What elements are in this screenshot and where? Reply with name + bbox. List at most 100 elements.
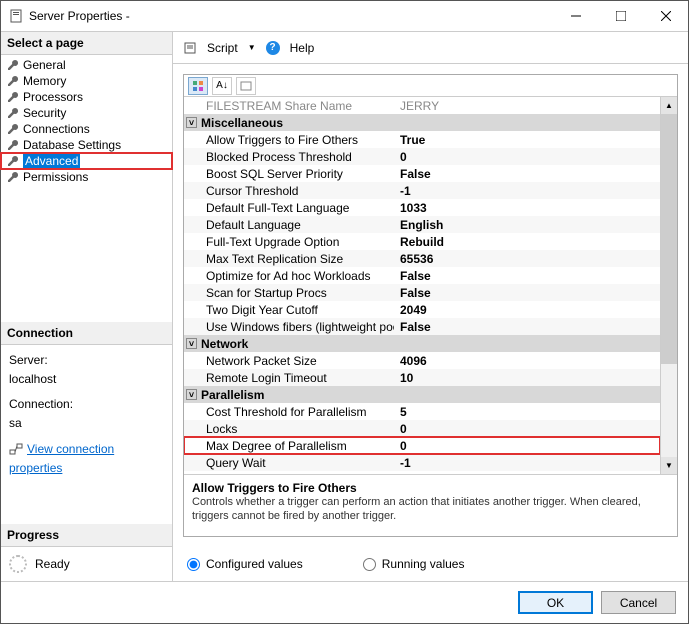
property-value[interactable]: Rebuild: [394, 235, 660, 249]
property-value[interactable]: 0: [394, 439, 660, 453]
property-value[interactable]: False: [394, 286, 660, 300]
scrollbar[interactable]: ▲ ▼: [660, 97, 677, 474]
collapse-icon[interactable]: ˅: [186, 389, 197, 400]
property-row[interactable]: Optimize for Ad hoc WorkloadsFalse: [184, 267, 660, 284]
connection-value: sa: [9, 414, 164, 433]
property-value[interactable]: 0: [394, 150, 660, 164]
sidebar-item-label: Processors: [23, 90, 83, 104]
property-value[interactable]: False: [394, 269, 660, 283]
left-panel: Select a page GeneralMemory Processors Sec…: [1, 32, 173, 581]
property-value[interactable]: True: [394, 133, 660, 147]
property-row[interactable]: Two Digit Year Cutoff2049: [184, 301, 660, 318]
property-row[interactable]: Scan for Startup ProcsFalse: [184, 284, 660, 301]
properties-icon[interactable]: [236, 77, 256, 95]
property-row[interactable]: Blocked Process Threshold0: [184, 148, 660, 165]
help-button[interactable]: Help: [290, 41, 315, 55]
close-button[interactable]: [643, 1, 688, 31]
property-name: Max Degree of Parallelism: [184, 439, 394, 453]
sidebar-item-permissions[interactable]: Permissions: [1, 169, 172, 185]
property-row[interactable]: Locks0: [184, 420, 660, 437]
sidebar-item-security[interactable]: Security: [1, 105, 172, 121]
property-value[interactable]: 65536: [394, 252, 660, 266]
property-row[interactable]: Default Full-Text Language1033: [184, 199, 660, 216]
category-parallelism[interactable]: ˅ Parallelism: [184, 386, 660, 403]
property-name: Cursor Threshold: [184, 184, 394, 198]
property-row[interactable]: Cost Threshold for Parallelism5: [184, 403, 660, 420]
select-page-header: Select a page: [1, 32, 172, 55]
property-row[interactable]: Full-Text Upgrade OptionRebuild: [184, 233, 660, 250]
property-name: Scan for Startup Procs: [184, 286, 394, 300]
category-miscellaneous[interactable]: ˅Miscellaneous: [184, 114, 660, 131]
script-button[interactable]: Script: [207, 41, 238, 55]
property-row[interactable]: FILESTREAM Share NameJERRY: [184, 97, 660, 114]
property-value[interactable]: JERRY: [394, 99, 660, 113]
property-value[interactable]: 1033: [394, 201, 660, 215]
sidebar-item-advanced[interactable]: Advanced: [1, 153, 172, 169]
script-dropdown-icon[interactable]: ▼: [248, 43, 256, 52]
property-name: Blocked Process Threshold: [184, 150, 394, 164]
server-label: Server:: [9, 351, 164, 370]
property-name: Locks: [184, 422, 394, 436]
sidebar-item-general[interactable]: General: [1, 57, 172, 73]
cancel-button[interactable]: Cancel: [601, 591, 676, 614]
collapse-icon[interactable]: ˅: [186, 117, 197, 128]
sidebar-item-memory[interactable]: Memory: [1, 73, 172, 89]
titlebar: Server Properties -: [1, 1, 688, 31]
property-value[interactable]: -1: [394, 184, 660, 198]
connection-label: Connection:: [9, 395, 164, 414]
property-value[interactable]: 10: [394, 371, 660, 385]
sidebar-item-database-settings[interactable]: Database Settings: [1, 137, 172, 153]
value-mode-radios: Configured values Running values: [173, 547, 688, 581]
property-row[interactable]: Remote Login Timeout10: [184, 369, 660, 386]
scroll-up-icon[interactable]: ▲: [661, 97, 677, 114]
property-value[interactable]: English: [394, 218, 660, 232]
property-name: Two Digit Year Cutoff: [184, 303, 394, 317]
category-network[interactable]: ˅ Network: [184, 335, 660, 352]
running-values-radio[interactable]: Running values: [363, 557, 465, 571]
configured-values-radio[interactable]: Configured values: [187, 557, 303, 571]
property-name: Default Language: [184, 218, 394, 232]
scroll-down-icon[interactable]: ▼: [661, 457, 677, 474]
property-name: Boost SQL Server Priority: [184, 167, 394, 181]
property-row[interactable]: Max Degree of Parallelism0: [184, 437, 660, 454]
property-row[interactable]: Network Packet Size4096: [184, 352, 660, 369]
description-title: Allow Triggers to Fire Others: [192, 481, 669, 495]
sidebar-item-connections[interactable]: Connections: [1, 121, 172, 137]
sidebar-item-label: Security: [23, 106, 66, 120]
property-name: Use Windows fibers (lightweight pooling): [184, 320, 394, 334]
property-value[interactable]: 2049: [394, 303, 660, 317]
property-row[interactable]: Max Text Replication Size65536: [184, 250, 660, 267]
connection-header: Connection: [1, 322, 172, 345]
collapse-icon[interactable]: ˅: [186, 338, 197, 349]
property-value[interactable]: 5: [394, 405, 660, 419]
maximize-button[interactable]: [598, 1, 643, 31]
scroll-thumb[interactable]: [661, 114, 677, 364]
help-icon: ?: [266, 41, 280, 55]
category-title: Parallelism: [201, 388, 264, 402]
property-row[interactable]: Boost SQL Server PriorityFalse: [184, 165, 660, 182]
minimize-button[interactable]: [553, 1, 598, 31]
property-value[interactable]: False: [394, 320, 660, 334]
categorized-icon[interactable]: [188, 77, 208, 95]
property-value[interactable]: 4096: [394, 354, 660, 368]
property-row[interactable]: Query Wait-1: [184, 454, 660, 471]
sidebar-item-label: Memory: [23, 74, 66, 88]
description-text: Controls whether a trigger can perform a…: [192, 495, 669, 524]
connection-info: Server: localhost Connection: sa View co…: [1, 345, 172, 484]
property-value[interactable]: 0: [394, 422, 660, 436]
sidebar-item-processors[interactable]: Processors: [1, 89, 172, 105]
property-row[interactable]: Use Windows fibers (lightweight pooling)…: [184, 318, 660, 335]
server-icon: [9, 9, 23, 23]
view-connection-properties-link[interactable]: View connection properties: [9, 442, 114, 475]
property-value[interactable]: False: [394, 167, 660, 181]
property-row[interactable]: Default LanguageEnglish: [184, 216, 660, 233]
ok-button[interactable]: OK: [518, 591, 593, 614]
property-row[interactable]: Cursor Threshold-1: [184, 182, 660, 199]
alphabetical-icon[interactable]: A↓: [212, 77, 232, 95]
property-name: Query Wait: [184, 456, 394, 470]
property-name: FILESTREAM Share Name: [184, 99, 394, 113]
property-value[interactable]: -1: [394, 456, 660, 470]
property-name: Max Text Replication Size: [184, 252, 394, 266]
property-row[interactable]: Allow Triggers to Fire OthersTrue: [184, 131, 660, 148]
category-title: Network: [201, 337, 248, 351]
